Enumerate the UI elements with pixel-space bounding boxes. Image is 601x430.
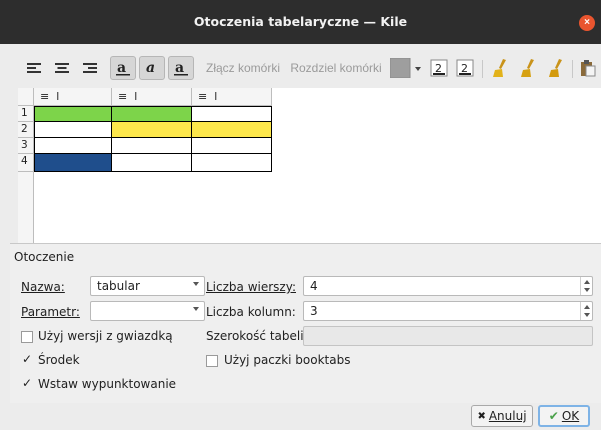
underline-icon[interactable]: a bbox=[168, 56, 194, 80]
table-cell[interactable] bbox=[112, 138, 192, 154]
align-center-icon[interactable] bbox=[52, 56, 72, 80]
chevron-down-icon bbox=[193, 282, 199, 286]
table-cell[interactable] bbox=[192, 122, 272, 138]
clear-format-brush-icon[interactable] bbox=[518, 56, 540, 80]
clear-brush-icon[interactable] bbox=[490, 56, 512, 80]
spin-down-icon[interactable] bbox=[584, 288, 590, 292]
rows-spinbox[interactable]: 4 bbox=[303, 276, 593, 296]
svg-text:a: a bbox=[175, 60, 184, 76]
cols-spinbox[interactable]: 3 bbox=[303, 301, 593, 321]
align-left-icon[interactable] bbox=[24, 56, 44, 80]
star-label: Użyj wersji z gwiazdką bbox=[38, 329, 173, 343]
svg-text:a: a bbox=[146, 60, 155, 76]
cancel-label: Anuluj bbox=[488, 409, 527, 423]
cols-label: Liczba kolumn: bbox=[206, 305, 296, 319]
table-editor[interactable]: ≡ l ≡ l ≡ l 1 2 3 4 bbox=[18, 88, 601, 243]
spin-buttons[interactable] bbox=[580, 302, 592, 320]
corner-header bbox=[18, 88, 34, 106]
name-label: Nazwa: bbox=[21, 280, 65, 294]
cancel-button[interactable]: ✖ Anuluj bbox=[471, 405, 533, 427]
table-cell[interactable] bbox=[192, 106, 272, 122]
table-cell[interactable] bbox=[112, 122, 192, 138]
center-checkbox[interactable]: ✓ bbox=[21, 353, 33, 366]
name-combo[interactable]: tabular bbox=[90, 276, 205, 296]
column-header-1[interactable]: ≡ l bbox=[34, 88, 112, 106]
spin-down-icon[interactable] bbox=[584, 313, 590, 317]
window-edge bbox=[0, 44, 10, 430]
background-color-button[interactable] bbox=[390, 56, 422, 80]
italic-icon[interactable]: a bbox=[139, 56, 165, 80]
toolbar-separator bbox=[572, 60, 573, 78]
paste-icon[interactable] bbox=[578, 56, 598, 80]
spin-up-icon[interactable] bbox=[584, 280, 590, 284]
width-label: Szerokość tabeli: bbox=[206, 329, 308, 343]
width-field bbox=[303, 326, 593, 346]
name-combo-value: tabular bbox=[97, 279, 140, 293]
column-header-2[interactable]: ≡ l bbox=[112, 88, 192, 106]
environment-panel: Otoczenie Nazwa: tabular Liczba wierszy:… bbox=[10, 243, 601, 403]
row-header-3[interactable]: 3 bbox=[18, 138, 34, 154]
align-right-icon[interactable] bbox=[80, 56, 100, 80]
booktabs-checkbox[interactable] bbox=[206, 355, 218, 367]
bullets-label: Wstaw wypunktowanie bbox=[38, 377, 177, 391]
param-combo[interactable] bbox=[90, 301, 205, 321]
table-cell[interactable] bbox=[34, 106, 112, 122]
column-align-label: ≡ l bbox=[198, 90, 218, 103]
cancel-icon: ✖ bbox=[477, 410, 486, 422]
table-cell[interactable] bbox=[112, 154, 192, 172]
text-color-icon[interactable]: 2 bbox=[428, 56, 450, 80]
section-title: Otoczenie bbox=[14, 250, 75, 264]
column-align-label: ≡ l bbox=[118, 90, 138, 103]
row-header-fill bbox=[18, 172, 34, 243]
chevron-down-icon bbox=[193, 307, 199, 311]
check-icon: ✔ bbox=[548, 409, 559, 423]
param-label: Parametr: bbox=[21, 305, 80, 319]
table-cell[interactable] bbox=[112, 106, 192, 122]
spin-buttons[interactable] bbox=[580, 277, 592, 295]
bold-icon[interactable]: a bbox=[110, 56, 136, 80]
table-cell[interactable] bbox=[34, 122, 112, 138]
star-checkbox[interactable] bbox=[21, 331, 33, 343]
row-header-1[interactable]: 1 bbox=[18, 106, 34, 122]
toolbar-separator bbox=[482, 60, 483, 78]
table-cell[interactable] bbox=[192, 138, 272, 154]
close-icon[interactable]: × bbox=[579, 15, 595, 31]
table-cell[interactable] bbox=[192, 154, 272, 172]
booktabs-label: Użyj paczki booktabs bbox=[224, 353, 351, 367]
text-color-alt-icon[interactable]: 2 bbox=[454, 56, 476, 80]
window-title: Otoczenia tabelaryczne — Kile bbox=[193, 14, 408, 29]
rows-label: Liczba wierszy: bbox=[206, 280, 296, 294]
svg-text:a: a bbox=[117, 60, 126, 76]
row-header-4[interactable]: 4 bbox=[18, 154, 34, 172]
ok-button[interactable]: ✔ OK bbox=[538, 405, 590, 427]
ok-label: OK bbox=[561, 409, 580, 423]
spin-up-icon[interactable] bbox=[584, 305, 590, 309]
split-cells-button[interactable]: Rozdziel komórki bbox=[288, 56, 384, 80]
center-label: Środek bbox=[38, 353, 80, 367]
column-align-label: ≡ l bbox=[40, 90, 60, 103]
table-cell[interactable] bbox=[34, 138, 112, 154]
clear-all-brush-icon[interactable] bbox=[546, 56, 568, 80]
rows-value: 4 bbox=[310, 279, 318, 293]
cols-value: 3 bbox=[310, 304, 318, 318]
row-header-2[interactable]: 2 bbox=[18, 122, 34, 138]
column-header-3[interactable]: ≡ l bbox=[192, 88, 272, 106]
table-cell[interactable] bbox=[34, 154, 112, 172]
title-bar: Otoczenia tabelaryczne — Kile × bbox=[0, 0, 601, 44]
merge-cells-button[interactable]: Złącz komórki bbox=[200, 56, 286, 80]
bullets-checkbox[interactable]: ✓ bbox=[21, 377, 33, 390]
toolbar: a a a Złącz komórki Rozdziel komórki 2 2 bbox=[10, 52, 600, 86]
